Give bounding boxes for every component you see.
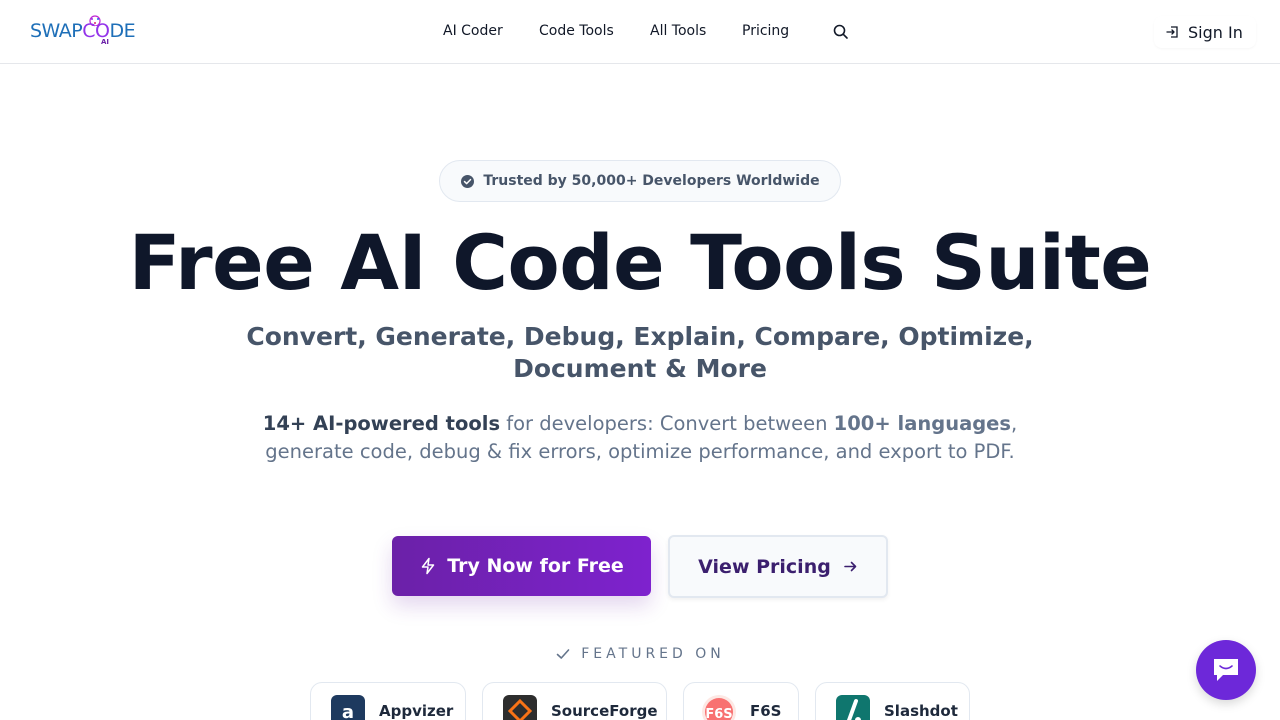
slashdot-mark-icon [846,699,861,720]
partner-label: F6S [750,702,782,720]
check-circle-icon [461,174,475,188]
logo-text-b: C [82,20,96,42]
svg-text:F6S: F6S [705,707,732,720]
arrow-right-icon [844,561,857,572]
featured-on-label: FEATURED ON [581,646,725,662]
view-pricing-label: View Pricing [698,555,831,578]
partner-label: Slashdot [884,702,958,720]
featured-on-heading: FEATURED ON [0,646,1280,662]
lightning-icon [421,557,435,575]
chat-bubble-icon [1214,659,1238,681]
view-pricing-button[interactable]: View Pricing [668,535,888,598]
site-header: SWAPCODE AI AI Coder Code Tools All Tool… [0,0,1280,64]
logo-text-c: DE [109,20,136,42]
partner-sourceforge[interactable]: SourceForge [482,682,667,720]
appvizer-logo-icon: a [331,695,365,720]
logo-wordmark: SWAPCODE [30,20,136,42]
logo-sub: AI [101,38,110,46]
sourceforge-diamond-icon [507,698,533,720]
chat-widget-button[interactable] [1196,640,1256,700]
partner-f6s[interactable]: F6S F6S [683,682,799,720]
login-icon [1166,26,1178,38]
check-icon [556,649,570,659]
trust-badge: Trusted by 50,000+ Developers Worldwide [439,160,841,202]
partner-label: Appvizer [379,702,454,720]
hero-description: 14+ AI-powered tools for developers: Con… [250,410,1030,466]
nav-all-tools[interactable]: All Tools [650,23,706,39]
slashdot-logo-icon [836,695,870,720]
sourceforge-logo-icon [503,695,537,720]
trust-badge-text: Trusted by 50,000+ Developers Worldwide [483,173,820,189]
sign-in-label: Sign In [1188,22,1243,42]
nav-pricing[interactable]: Pricing [742,23,789,39]
desc-highlight-tools: 14+ AI-powered tools [262,412,501,435]
page-subtitle: Convert, Generate, Debug, Explain, Compa… [246,322,1034,383]
swapcode-logo[interactable]: SWAPCODE AI [30,15,136,48]
partner-appvizer[interactable]: a Appvizer [310,682,466,720]
sign-in-button[interactable]: Sign In [1154,16,1256,48]
nav-code-tools[interactable]: Code Tools [539,23,614,39]
logo-text-a: SWAP [30,20,83,42]
try-now-label: Try Now for Free [447,555,624,577]
desc-highlight-languages: 100+ languages [833,412,1012,435]
page-title: Free AI Code Tools Suite [128,218,1152,307]
nav-ai-coder[interactable]: AI Coder [443,23,503,39]
desc-text-1: for developers: Convert between [500,412,834,435]
f6s-logo-icon: F6S [702,695,736,720]
partner-slashdot[interactable]: Slashdot [815,682,970,720]
try-now-button[interactable]: Try Now for Free [392,536,651,596]
search-icon[interactable] [832,23,850,41]
f6s-mark-icon: F6S [705,698,733,720]
partner-label: SourceForge [551,702,658,720]
